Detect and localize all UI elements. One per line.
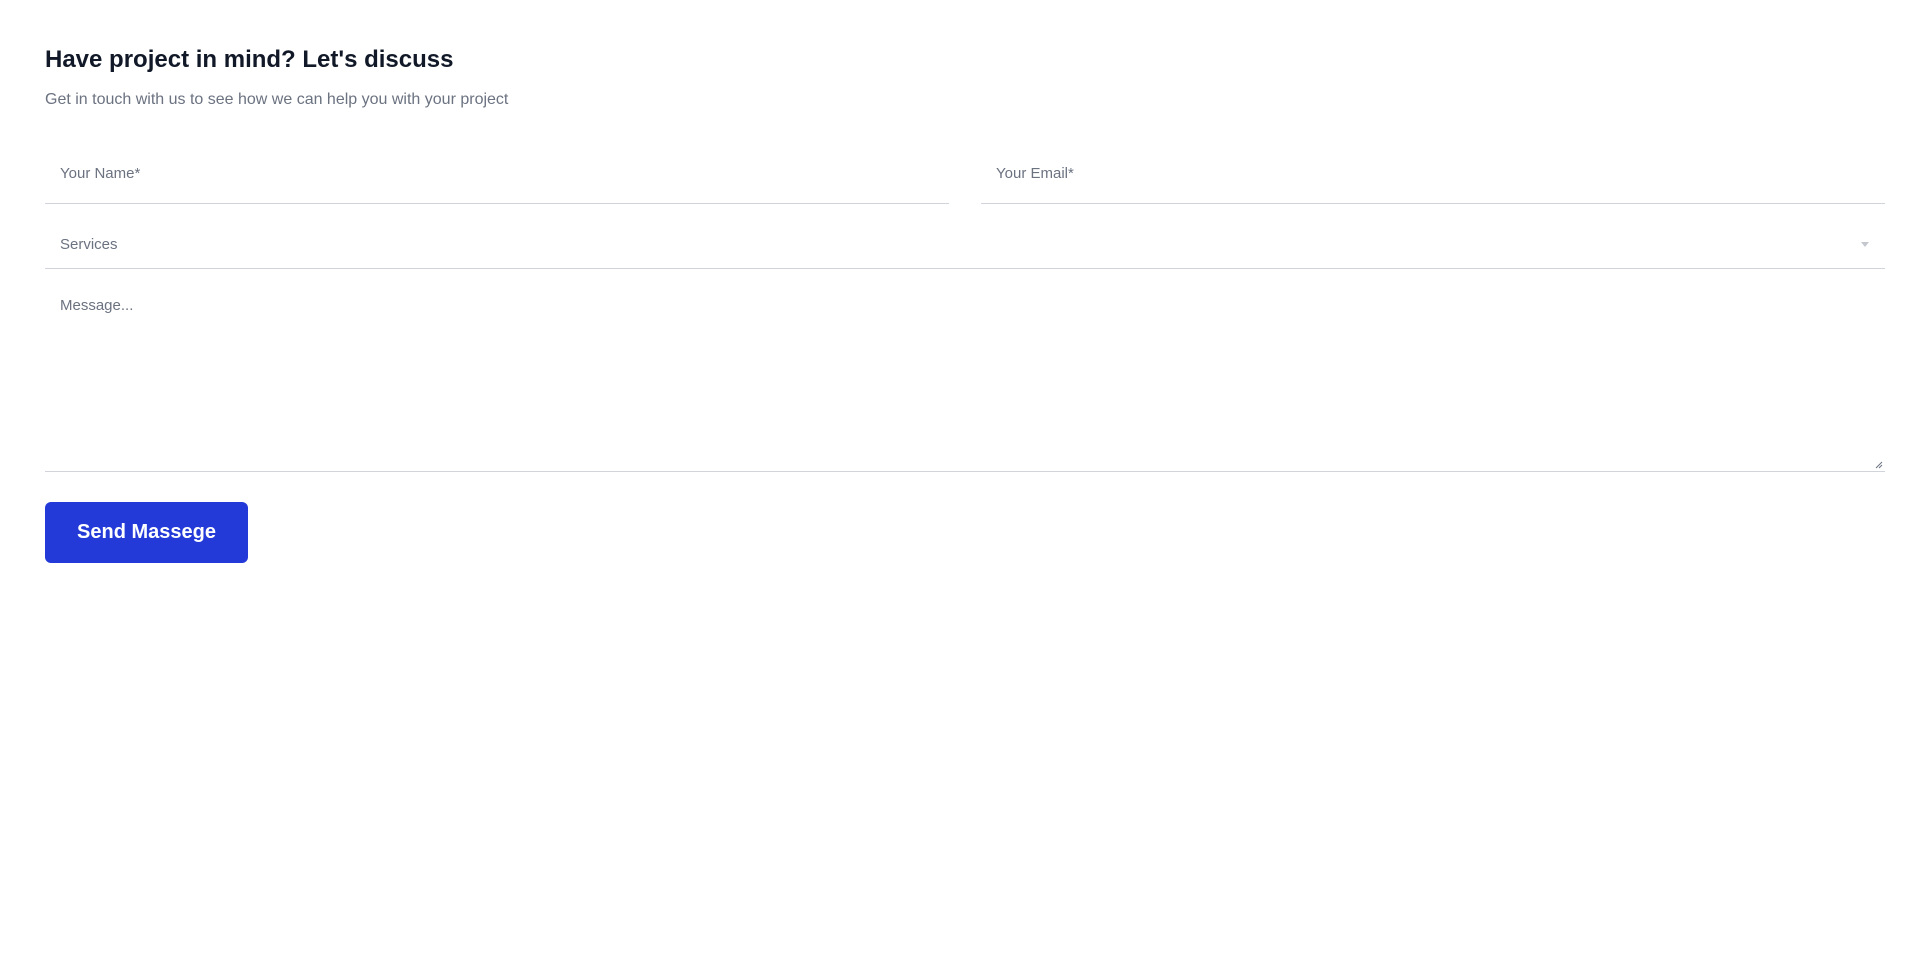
name-input[interactable] [45, 143, 949, 203]
email-input[interactable] [981, 143, 1885, 203]
resize-handle-icon[interactable] [1873, 459, 1883, 469]
services-select[interactable]: Services [45, 221, 1885, 269]
email-field-wrapper [981, 143, 1885, 204]
name-field-wrapper [45, 143, 949, 204]
page: Have project in mind? Let's discuss Get … [0, 0, 1920, 953]
send-message-button[interactable]: Send Massege [45, 502, 248, 563]
message-textarea[interactable] [45, 282, 1885, 471]
contact-form-section: Have project in mind? Let's discuss Get … [45, 40, 1885, 563]
page-subtitle: Get in touch with us to see how we can h… [45, 91, 509, 108]
chevron-down-icon [1861, 242, 1869, 247]
page-title: Have project in mind? Let's discuss [45, 46, 454, 73]
message-field-wrapper [45, 282, 1885, 472]
services-select-value: Services [60, 236, 118, 253]
name-email-row [45, 143, 1885, 204]
